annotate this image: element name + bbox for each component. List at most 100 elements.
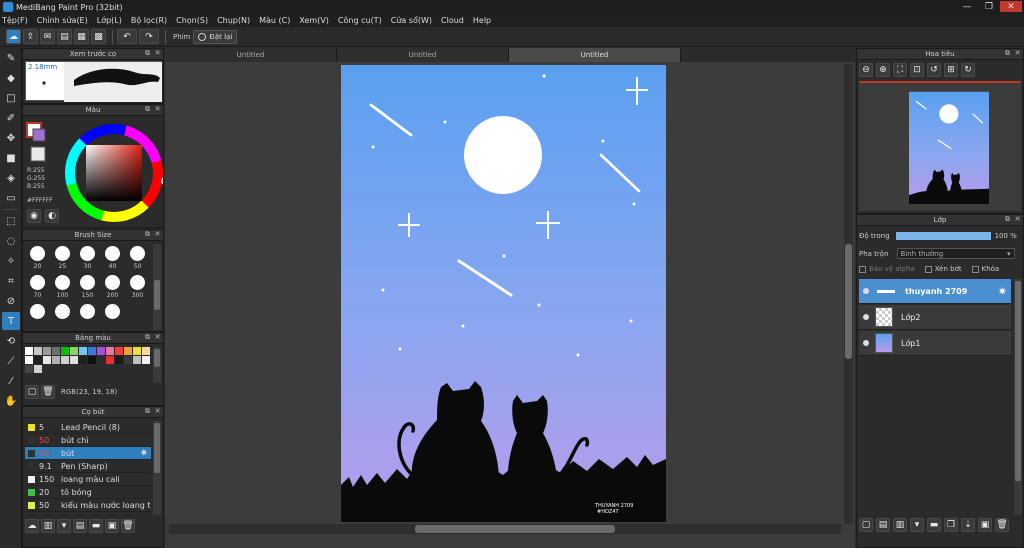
- eyedropper-icon[interactable]: ⁄: [2, 372, 20, 390]
- menu-color[interactable]: Màu (C): [259, 16, 290, 25]
- operation-tool-icon[interactable]: ⟲: [2, 332, 20, 350]
- brush-size-option[interactable]: 150: [75, 273, 100, 302]
- close-icon[interactable]: ✕: [154, 334, 161, 341]
- color-swatch[interactable]: [79, 356, 87, 364]
- menu-filter[interactable]: Bộ lọc(R): [131, 16, 167, 25]
- float-icon[interactable]: ⧉: [144, 50, 151, 57]
- color-swatch[interactable]: [133, 356, 141, 364]
- brush-size-option[interactable]: 100: [50, 273, 75, 302]
- brush-size-option[interactable]: [75, 302, 100, 331]
- brush-size-option[interactable]: [50, 302, 75, 331]
- layer-item-selected[interactable]: thuyanh 2709 ✷: [859, 279, 1011, 304]
- grid-icon[interactable]: ▦: [74, 29, 89, 44]
- fit-screen-icon[interactable]: ⛶: [893, 63, 907, 77]
- color-swatch[interactable]: [142, 356, 150, 364]
- color-swatch[interactable]: [97, 356, 105, 364]
- magic-wand-icon[interactable]: ✧: [2, 252, 20, 270]
- brush-size-option[interactable]: 30: [75, 244, 100, 273]
- layer-item[interactable]: Lớp2: [859, 305, 1011, 330]
- color-swatch[interactable]: [70, 347, 78, 355]
- close-icon[interactable]: ✕: [154, 50, 161, 57]
- delete-swatch-icon[interactable]: 🗑: [41, 385, 55, 399]
- upload-icon[interactable]: ⇪: [23, 29, 38, 44]
- copy-brush-icon[interactable]: ▤: [73, 519, 87, 533]
- color-swatch[interactable]: [106, 347, 114, 355]
- float-icon[interactable]: ⧉: [144, 334, 151, 341]
- artwork-canvas[interactable]: THUYANH 2709 #HOZ4T: [341, 65, 666, 522]
- undo-icon[interactable]: ↶: [117, 29, 137, 44]
- brush-item[interactable]: 50kiểu màu nước loang trên: [25, 499, 151, 512]
- palette-scrollbar[interactable]: [153, 347, 161, 383]
- reset-view-icon[interactable]: ⊞: [944, 63, 958, 77]
- color-swatch[interactable]: [52, 356, 60, 364]
- layers-scrollbar[interactable]: [1014, 279, 1022, 515]
- dot-tool-icon[interactable]: □: [2, 89, 20, 107]
- fill-rect-icon[interactable]: ■: [2, 149, 20, 167]
- menu-help[interactable]: Help: [473, 16, 491, 25]
- cloud-brush-icon[interactable]: ☁: [25, 519, 39, 533]
- close-icon[interactable]: ✕: [154, 408, 161, 415]
- close-icon[interactable]: ✕: [1014, 50, 1021, 57]
- eye-icon[interactable]: [863, 288, 869, 294]
- delete-brush-icon[interactable]: 🗑: [121, 519, 135, 533]
- color-swatch[interactable]: [34, 347, 42, 355]
- actual-size-icon[interactable]: ⊡: [910, 63, 924, 77]
- close-icon[interactable]: ✕: [1014, 216, 1021, 223]
- eye-icon[interactable]: [863, 340, 869, 346]
- menu-select[interactable]: Chọn(S): [176, 16, 208, 25]
- navigator-preview[interactable]: [859, 81, 1021, 211]
- add-layer-dropdown-icon[interactable]: ▾: [910, 518, 924, 532]
- brush-tool-icon[interactable]: ✎: [2, 49, 20, 67]
- lasso-tool-icon[interactable]: ◌: [2, 232, 20, 250]
- brush-item[interactable]: 20 tô bóng: [25, 486, 151, 499]
- float-icon[interactable]: ⧉: [144, 408, 151, 415]
- brush-list-scrollbar[interactable]: [153, 421, 161, 515]
- color-palette-icon[interactable]: ◉: [27, 209, 41, 223]
- redo-icon[interactable]: ↷: [139, 29, 159, 44]
- gear-icon[interactable]: ✷: [998, 285, 1007, 298]
- brush-size-option[interactable]: [100, 302, 125, 331]
- brush-size-option[interactable]: 50: [125, 244, 150, 273]
- select-rect-icon[interactable]: ⬚: [2, 212, 20, 230]
- gear-icon[interactable]: ✷: [140, 448, 148, 459]
- hand-tool-icon[interactable]: ✋: [2, 392, 20, 410]
- brush-item[interactable]: 50 bút chì: [25, 434, 151, 447]
- menu-snap[interactable]: Chụp(N): [217, 16, 250, 25]
- color-swatch[interactable]: [142, 347, 150, 355]
- float-icon[interactable]: ⧉: [1004, 50, 1011, 57]
- brush-size-option[interactable]: 20: [25, 244, 50, 273]
- canvas-horizontal-scrollbar[interactable]: [169, 524, 841, 534]
- brush-size-option[interactable]: [25, 302, 50, 331]
- minimize-button[interactable]: —: [956, 1, 978, 12]
- color-swatch[interactable]: [25, 356, 33, 364]
- color-swatch[interactable]: [115, 347, 123, 355]
- color-swatch[interactable]: [115, 356, 123, 364]
- brush-size-option[interactable]: 25: [50, 244, 75, 273]
- tab-document-3[interactable]: Untitled: [509, 48, 681, 62]
- folder-icon[interactable]: ▬: [89, 519, 103, 533]
- float-icon[interactable]: ⧉: [144, 106, 151, 113]
- select-pen-icon[interactable]: ⌗: [2, 272, 20, 290]
- brush-item-selected[interactable]: 30 bút ✷: [25, 447, 151, 460]
- move-tool-icon[interactable]: ✥: [2, 129, 20, 147]
- canvas-vertical-scrollbar[interactable]: [844, 64, 853, 524]
- reset-button[interactable]: Đặt lại: [193, 29, 238, 44]
- brush-size-option[interactable]: 300: [125, 273, 150, 302]
- folder-icon[interactable]: ▬: [927, 518, 941, 532]
- blend-mode-select[interactable]: Bình thường ▾: [896, 248, 1015, 259]
- maximize-button[interactable]: ❐: [978, 1, 1000, 12]
- pen-tool-icon[interactable]: ✐: [2, 109, 20, 127]
- color-swatch[interactable]: [88, 356, 96, 364]
- rotate-right-icon[interactable]: ↻: [961, 63, 975, 77]
- add-swatch-icon[interactable]: ▢: [25, 385, 39, 399]
- brush-size-option[interactable]: 200: [100, 273, 125, 302]
- delete-layer-icon[interactable]: 🗑: [995, 518, 1009, 532]
- rotate-left-icon[interactable]: ↺: [927, 63, 941, 77]
- color-swatch[interactable]: [88, 347, 96, 355]
- comment-icon[interactable]: ✉: [40, 29, 55, 44]
- new-8bit-layer-icon[interactable]: ▥: [893, 518, 907, 532]
- color-swatch[interactable]: [25, 347, 33, 355]
- import-icon[interactable]: ▣: [105, 519, 119, 533]
- menu-layer[interactable]: Lớp(L): [97, 16, 122, 25]
- gradient-tool-icon[interactable]: ▭: [2, 189, 20, 207]
